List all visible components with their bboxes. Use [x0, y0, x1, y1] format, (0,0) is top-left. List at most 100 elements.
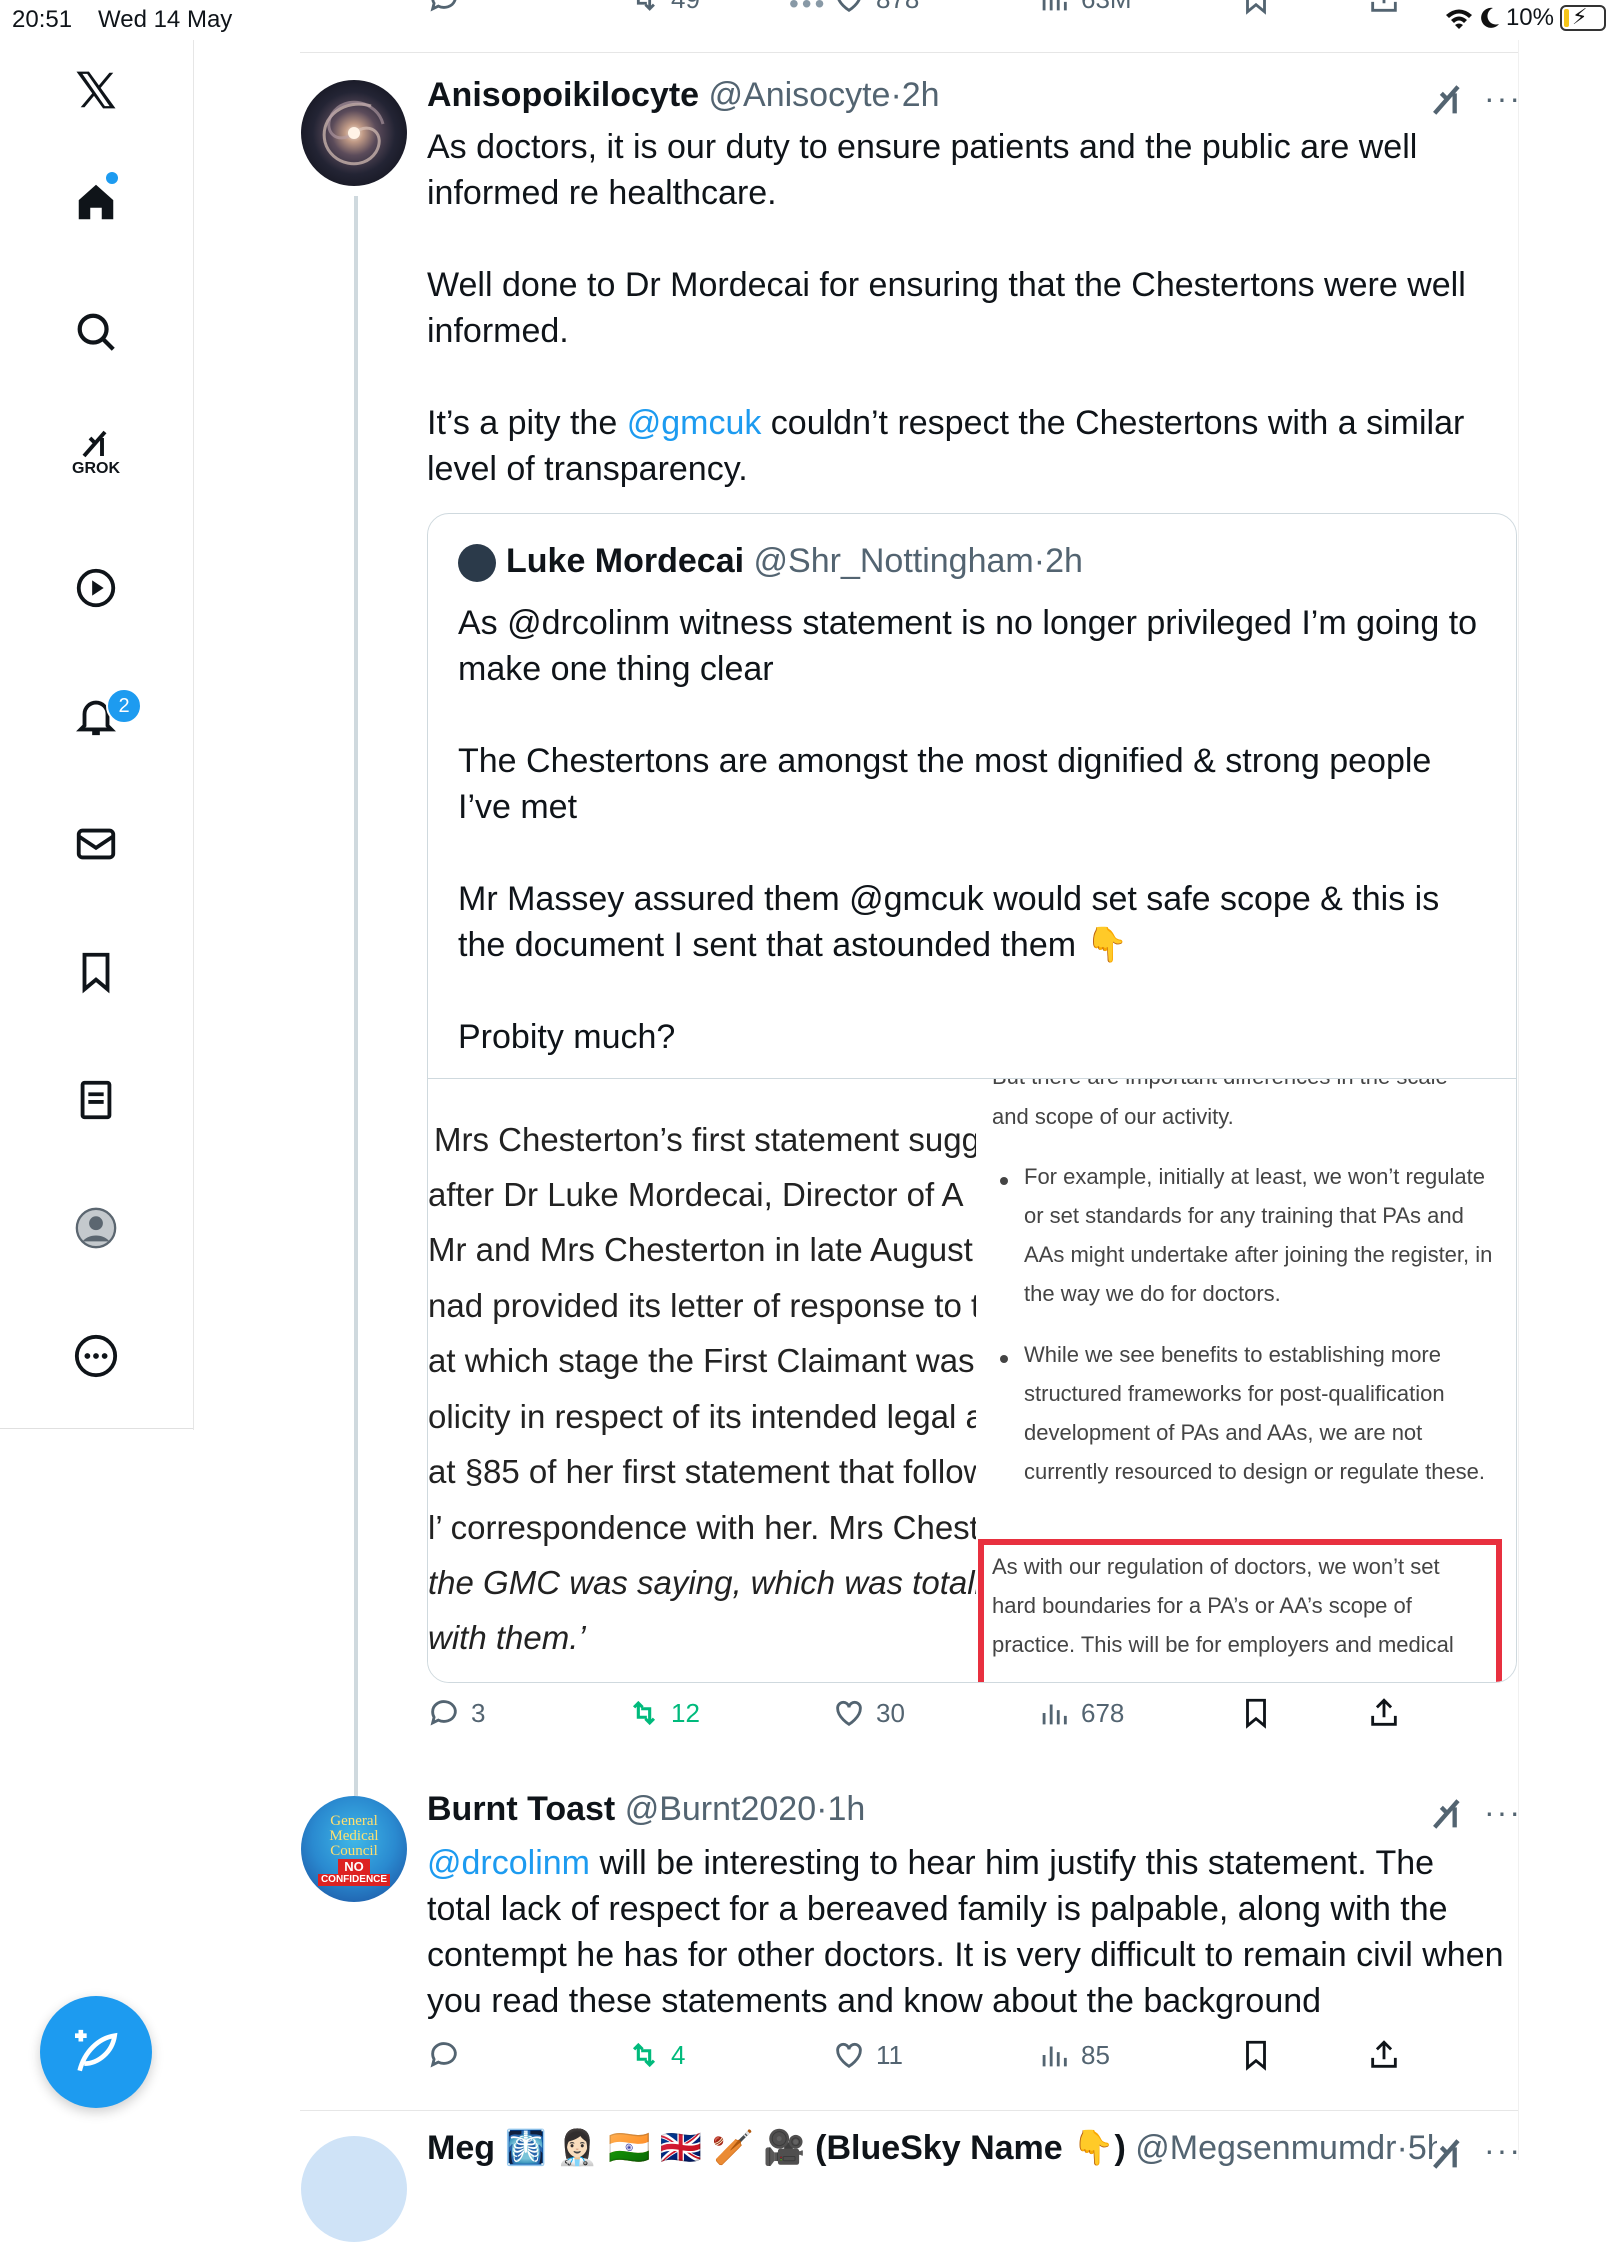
document-image-right: But there are important differences in t…	[976, 1079, 1516, 1682]
retweet-button[interactable]: 12	[627, 1696, 700, 1730]
views-icon	[1042, 2046, 1067, 2067]
views-count: 678	[1081, 1697, 1125, 1728]
divider	[300, 52, 1518, 53]
dots-icon: •••	[789, 0, 828, 19]
bookmark-button[interactable]	[1239, 2038, 1273, 2072]
compose-feather-icon	[75, 2029, 118, 2072]
tweet-actions: 4 11 85	[427, 2038, 1517, 2088]
tweet-time[interactable]: 2h	[902, 76, 940, 114]
retweet-button[interactable]: 4	[627, 2038, 685, 2072]
prev-reply-button[interactable]	[427, 0, 461, 16]
thread-line	[354, 196, 358, 1796]
tweet-author-row: Meg 🩻 👩🏻‍⚕️ 🇮🇳 🇬🇧 🏏 🎥 (BlueSky Name 👇) @…	[427, 2128, 1437, 2168]
quote-paragraph: As @drcolinm witness statement is no lon…	[458, 604, 1478, 688]
profile-icon[interactable]	[70, 1202, 122, 1254]
bookmark-icon	[1246, 2040, 1266, 2071]
retweet-icon	[632, 2042, 656, 2068]
bookmark-button[interactable]	[1239, 1696, 1273, 1730]
like-count: 30	[876, 1697, 905, 1728]
mention-link[interactable]: @drcolinm	[427, 1844, 590, 1882]
quote-text: As @drcolinm witness statement is no lon…	[458, 600, 1488, 1106]
compose-button[interactable]	[40, 1996, 152, 2108]
like-button[interactable]: 11	[832, 2038, 903, 2072]
grok-icon[interactable]	[1428, 1794, 1468, 1834]
x-logo-icon[interactable]	[70, 64, 122, 116]
search-icon[interactable]	[70, 306, 122, 358]
retweet-icon	[636, 0, 655, 11]
more-options-icon[interactable]: ···	[1484, 2132, 1522, 2169]
galaxy-image	[322, 100, 385, 166]
status-date: Wed 14 May	[98, 6, 233, 33]
play-icon[interactable]	[70, 562, 122, 614]
heart-icon	[836, 1700, 862, 1727]
views-button[interactable]: 85	[1037, 2038, 1110, 2072]
author-name[interactable]: Burnt Toast	[427, 1790, 615, 1828]
mail-icon[interactable]	[70, 818, 122, 870]
share-icon	[1371, 2040, 1397, 2068]
share-icon	[1371, 0, 1397, 12]
heart-icon	[837, 0, 861, 13]
quote-author-row: Luke Mordecai @Shr_Nottingham·2h	[506, 542, 1083, 580]
retweet-icon	[632, 1700, 656, 1726]
prev-views-count: 63M	[1081, 0, 1132, 15]
quote-paragraph: The Chestertons are amongst the most dig…	[458, 742, 1432, 826]
reply-icon	[430, 1700, 457, 1726]
bookmark-icon	[1246, 0, 1266, 15]
reply-icon	[430, 2042, 457, 2068]
home-notification-dot	[106, 172, 118, 184]
prev-retweet-button[interactable]: 49	[627, 0, 700, 16]
like-button[interactable]: 30	[832, 1696, 905, 1730]
tweet-actions: 3 12 30 678	[427, 1696, 1517, 1746]
avatar[interactable]	[301, 2136, 407, 2242]
document-image-left: Mrs Chesterton’s first statement sugges …	[428, 1079, 976, 1682]
tweet-time[interactable]: 1h	[827, 1790, 865, 1828]
share-button[interactable]	[1367, 2038, 1401, 2072]
tweet-text: As doctors, it is our duty to ensure pat…	[427, 124, 1507, 492]
grok-icon[interactable]	[1428, 80, 1468, 120]
author-name[interactable]: Meg 🩻 👩🏻‍⚕️ 🇮🇳 🇬🇧 🏏 🎥 (BlueSky Name 👇)	[427, 2129, 1126, 2167]
more-options-icon[interactable]: ···	[1484, 80, 1522, 117]
share-icon	[1371, 1698, 1397, 1726]
author-handle[interactable]: @Megsenmumdr	[1135, 2129, 1396, 2167]
prev-like-count: 878	[876, 0, 919, 15]
prev-views-button[interactable]: 63M	[1037, 0, 1132, 16]
avatar[interactable]	[301, 80, 407, 186]
author-handle[interactable]: @Anisocyte	[709, 76, 891, 114]
prev-retweet-count: 49	[671, 0, 700, 15]
prev-like-button[interactable]: 878	[832, 0, 919, 16]
grok-icon[interactable]	[1428, 2134, 1468, 2174]
mention-link[interactable]: @gmcuk	[627, 404, 762, 442]
list-icon[interactable]	[70, 1074, 122, 1126]
more-circle-icon[interactable]	[70, 1330, 122, 1382]
prev-share-button[interactable]	[1367, 0, 1401, 16]
quote-paragraph: Probity much?	[458, 1018, 676, 1056]
retweet-count: 12	[671, 1697, 700, 1728]
author-name[interactable]: Anisopoikilocyte	[427, 76, 699, 114]
tweet-paragraph: Well done to Dr Mordecai for ensuring th…	[427, 266, 1466, 350]
like-count: 11	[876, 2039, 903, 2070]
views-icon	[1042, 0, 1067, 11]
more-options-icon[interactable]: ···	[1484, 1794, 1522, 1831]
quote-paragraph: Mr Massey assured them @gmcuk would set …	[458, 880, 1440, 964]
reply-count: 3	[471, 1697, 486, 1728]
tweet-paragraph: As doctors, it is our duty to ensure pat…	[427, 128, 1418, 212]
quote-avatar[interactable]	[458, 544, 496, 582]
quoted-tweet[interactable]: Luke Mordecai @Shr_Nottingham·2h As @drc…	[427, 513, 1517, 1683]
share-button[interactable]	[1367, 1696, 1401, 1730]
views-button[interactable]: 678	[1037, 1696, 1124, 1730]
grok-icon[interactable]: GROK	[70, 426, 122, 478]
tweet-paragraph: It’s a pity the @gmcuk couldn’t respect …	[427, 404, 1465, 488]
tweet-author-row: Burnt Toast @Burnt2020·1h	[427, 1790, 866, 1828]
avatar[interactable]: General Medical Council NO CONFIDENCE	[301, 1796, 407, 1902]
home-icon[interactable]	[70, 176, 122, 228]
quote-media[interactable]: Mrs Chesterton’s first statement sugges …	[428, 1078, 1516, 1682]
divider	[300, 2110, 1518, 2111]
quote-author-handle: @Shr_Nottingham	[753, 542, 1034, 580]
quote-time: 2h	[1045, 542, 1083, 580]
author-handle[interactable]: @Burnt2020	[625, 1790, 816, 1828]
tweet-text: @drcolinm will be interesting to hear hi…	[427, 1844, 1504, 2020]
reply-button[interactable]: 3	[427, 1696, 485, 1730]
prev-bookmark-button[interactable]	[1239, 0, 1273, 16]
bookmark-icon[interactable]	[70, 946, 122, 998]
reply-button[interactable]	[427, 2038, 461, 2072]
